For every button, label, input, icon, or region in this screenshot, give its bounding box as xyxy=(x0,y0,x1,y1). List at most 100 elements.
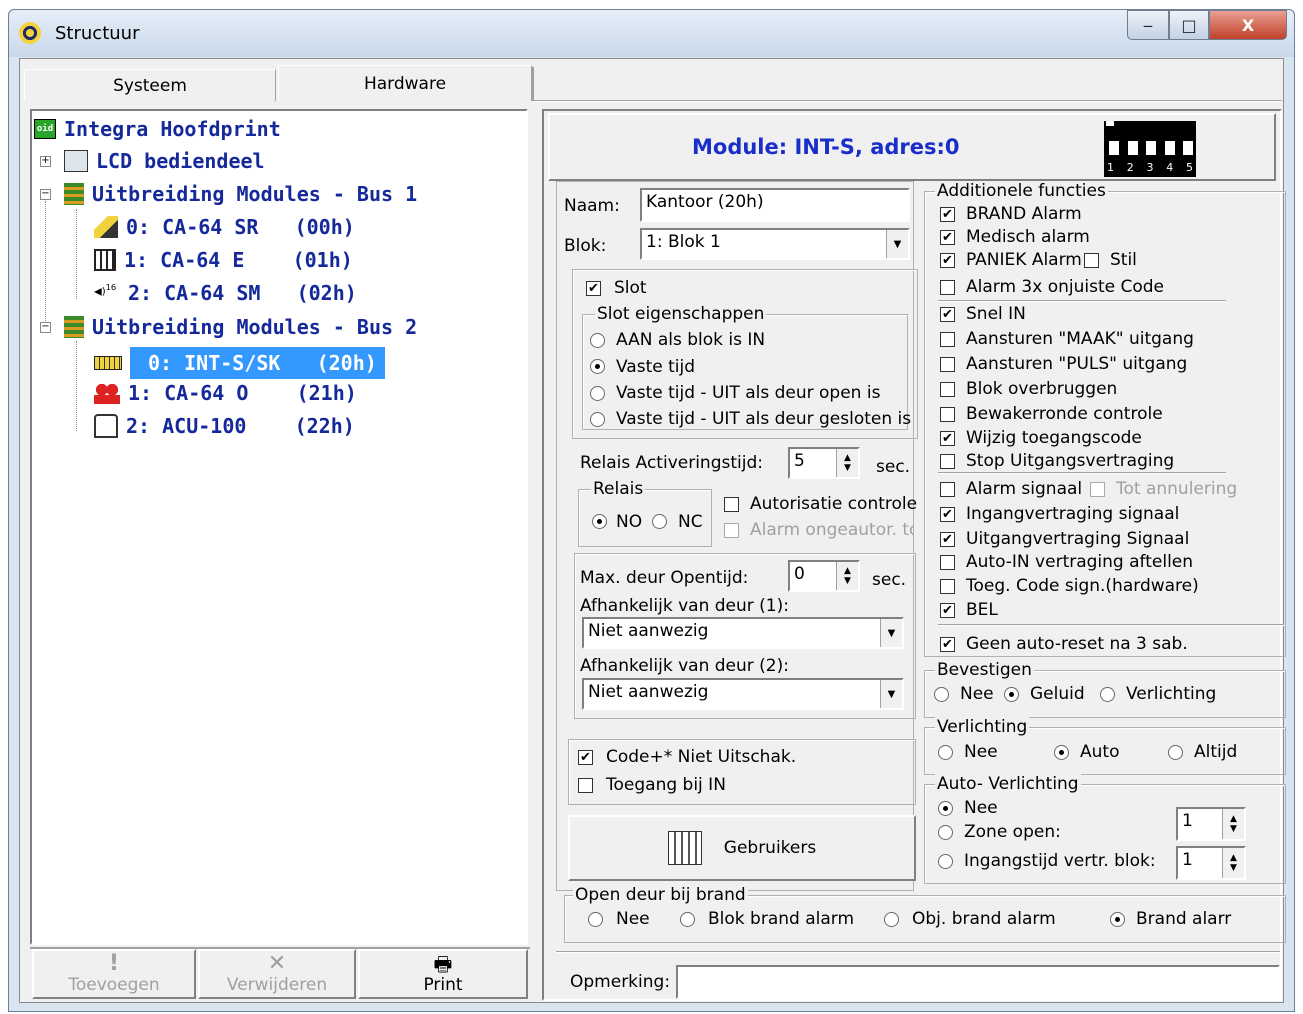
alarm-ongeautor-checkbox[interactable] xyxy=(724,523,739,538)
stop-uitgangsvertraging-checkbox[interactable] xyxy=(940,454,955,469)
open-deur-radio[interactable] xyxy=(1110,912,1125,927)
tree-bus2[interactable]: Uitbreiding Modules - Bus 2 xyxy=(64,315,417,339)
hardware-tree[interactable]: oid Integra Hoofdprint + LCD bediendeel … xyxy=(30,109,528,945)
tree-bus1[interactable]: Uitbreiding Modules - Bus 1 xyxy=(64,182,417,206)
verlichting-radio[interactable] xyxy=(1054,745,1069,760)
tree-root[interactable]: oid Integra Hoofdprint xyxy=(34,117,281,141)
tree-bus2-item[interactable]: 2: ACU-100 (22h) xyxy=(94,414,355,438)
snel-in-checkbox[interactable]: ✔ xyxy=(940,307,955,322)
uitgangvertraging-signaal-checkbox[interactable]: ✔ xyxy=(940,532,955,547)
spinner-arrows-icon[interactable]: ▲ ▼ xyxy=(1222,848,1244,878)
bewakerronde-checkbox[interactable] xyxy=(940,407,955,422)
stil-checkbox[interactable] xyxy=(1084,253,1099,268)
autorisatie-checkbox[interactable] xyxy=(724,497,739,512)
afh1-select[interactable]: Niet aanwezig ▼ xyxy=(582,617,904,649)
toegang-bij-in-label: Toegang bij IN xyxy=(606,775,726,795)
dip-switch[interactable]: 1 2 3 4 5 xyxy=(1104,121,1196,177)
alarm-signaal-checkbox[interactable] xyxy=(940,482,955,497)
tab-hardware[interactable]: Hardware xyxy=(278,65,532,101)
zone-open-value: 1 xyxy=(1182,811,1193,831)
remove-button[interactable]: ✕ Verwijderen xyxy=(198,949,356,999)
relais-no-radio[interactable] xyxy=(592,514,607,529)
collapse-bus2[interactable]: − xyxy=(40,322,51,333)
spinner-arrows-icon[interactable]: ▲ ▼ xyxy=(836,562,858,590)
bel-checkbox[interactable]: ✔ xyxy=(940,603,955,618)
zone-open-spinner[interactable]: 1 ▲ ▼ xyxy=(1176,807,1246,841)
bevestigen-radio[interactable] xyxy=(1100,687,1115,702)
toeg-code-sign-checkbox[interactable] xyxy=(940,579,955,594)
brand-alarm-checkbox[interactable]: ✔ xyxy=(940,207,955,222)
alarm-3x-checkbox[interactable] xyxy=(940,280,955,295)
chevron-down-icon[interactable]: ▼ xyxy=(886,230,908,258)
verlichting-radio[interactable] xyxy=(1168,745,1183,760)
tree-lcd[interactable]: LCD bediendeel xyxy=(64,149,265,173)
relais-nc-radio[interactable] xyxy=(652,514,667,529)
printer-icon: 🖶 xyxy=(433,952,453,976)
medisch-alarm-checkbox[interactable]: ✔ xyxy=(940,230,955,245)
tree-bus2-item[interactable]: 1: CA-64 O (21h) xyxy=(94,381,357,405)
dip-switch-4[interactable] xyxy=(1164,141,1175,155)
slot-option-radio[interactable] xyxy=(590,359,605,374)
title-bar[interactable]: Structuur ‒ □ X xyxy=(9,10,1294,57)
tree-item-label: 2: CA-64 SM (02h) xyxy=(128,281,357,305)
blok-overbruggen-checkbox[interactable] xyxy=(940,382,955,397)
dip-switch-2[interactable] xyxy=(1127,141,1138,155)
chevron-down-icon[interactable]: ▼ xyxy=(880,619,902,647)
slot-option-radio[interactable] xyxy=(590,412,605,427)
open-deur-radio[interactable] xyxy=(884,912,899,927)
dip-switch-3[interactable] xyxy=(1146,141,1156,155)
tab-systeem[interactable]: Systeem xyxy=(24,69,276,101)
maximize-button[interactable]: □ xyxy=(1169,10,1209,40)
max-deur-spinner[interactable]: 0 ▲ ▼ xyxy=(788,560,860,592)
afh2-select[interactable]: Niet aanwezig ▼ xyxy=(582,678,904,710)
ingangstijd-spinner[interactable]: 1 ▲ ▼ xyxy=(1176,846,1246,880)
gebruikers-label: Gebruikers xyxy=(723,838,817,858)
toegang-bij-in-checkbox[interactable] xyxy=(578,778,593,793)
aansturen-maak-checkbox[interactable] xyxy=(940,332,955,347)
add-button[interactable]: ! Toevoegen xyxy=(32,949,196,999)
acu100-icon xyxy=(94,414,118,438)
slot-option-radio[interactable] xyxy=(590,386,605,401)
auto-verlichting-radio[interactable] xyxy=(938,825,953,840)
paniek-alarm-checkbox[interactable]: ✔ xyxy=(940,253,955,268)
dip-switch-1[interactable] xyxy=(1109,141,1119,155)
auto-in-vertraging-checkbox[interactable] xyxy=(940,555,955,570)
bevestigen-radio[interactable] xyxy=(934,687,949,702)
minimize-button[interactable]: ‒ xyxy=(1127,10,1169,40)
open-deur-radio[interactable] xyxy=(680,912,695,927)
wijzig-toegangscode-checkbox[interactable]: ✔ xyxy=(940,431,955,446)
tree-bus1-item[interactable]: ◀)16 2: CA-64 SM (02h) xyxy=(94,281,357,305)
naam-input[interactable]: Kantoor (20h) xyxy=(640,188,910,222)
bevestigen-option: Verlichting xyxy=(1126,684,1217,704)
auto-verlichting-option: Nee xyxy=(964,798,998,818)
tot-annulering-checkbox[interactable] xyxy=(1090,482,1105,497)
chevron-down-icon[interactable]: ▼ xyxy=(880,680,902,708)
ingangvertraging-signaal-checkbox[interactable]: ✔ xyxy=(940,507,955,522)
medisch-alarm-label: Medisch alarm xyxy=(966,227,1090,247)
tree-bus1-item[interactable]: 1: CA-64 E (01h) xyxy=(94,248,353,272)
code-niet-uitschak-checkbox[interactable]: ✔ xyxy=(578,750,593,765)
bevestigen-radio[interactable] xyxy=(1004,687,1019,702)
tree-root-label: Integra Hoofdprint xyxy=(64,117,281,141)
slot-option-radio[interactable] xyxy=(590,333,605,348)
tree-bus1-item[interactable]: 0: CA-64 SR (00h) xyxy=(94,215,355,239)
print-button[interactable]: 🖶 Print xyxy=(358,949,528,999)
spinner-arrows-icon[interactable]: ▲ ▼ xyxy=(1222,809,1244,839)
opmerking-input[interactable] xyxy=(676,965,1280,999)
auto-verlichting-radio[interactable] xyxy=(938,854,953,869)
verlichting-radio[interactable] xyxy=(938,745,953,760)
aansturen-puls-checkbox[interactable] xyxy=(940,357,955,372)
spinner-arrows-icon[interactable]: ▲ ▼ xyxy=(836,449,858,477)
dip-switch-5[interactable] xyxy=(1183,141,1193,155)
auto-verlichting-radio[interactable] xyxy=(938,801,953,816)
close-button[interactable]: X xyxy=(1209,10,1287,40)
gebruikers-button[interactable]: Gebruikers xyxy=(568,815,916,881)
open-deur-radio[interactable] xyxy=(588,912,603,927)
blok-select[interactable]: 1: Blok 1 ▼ xyxy=(640,228,910,260)
geen-auto-reset-checkbox[interactable]: ✔ xyxy=(940,637,955,652)
expand-lcd[interactable]: + xyxy=(40,156,51,167)
collapse-bus1[interactable]: − xyxy=(40,189,51,200)
relais-time-spinner[interactable]: 5 ▲ ▼ xyxy=(788,447,860,479)
slot-checkbox[interactable]: ✔ xyxy=(586,281,601,296)
tree-bus2-item-selected[interactable]: 0: INT-S/SK (20h) xyxy=(94,346,385,380)
